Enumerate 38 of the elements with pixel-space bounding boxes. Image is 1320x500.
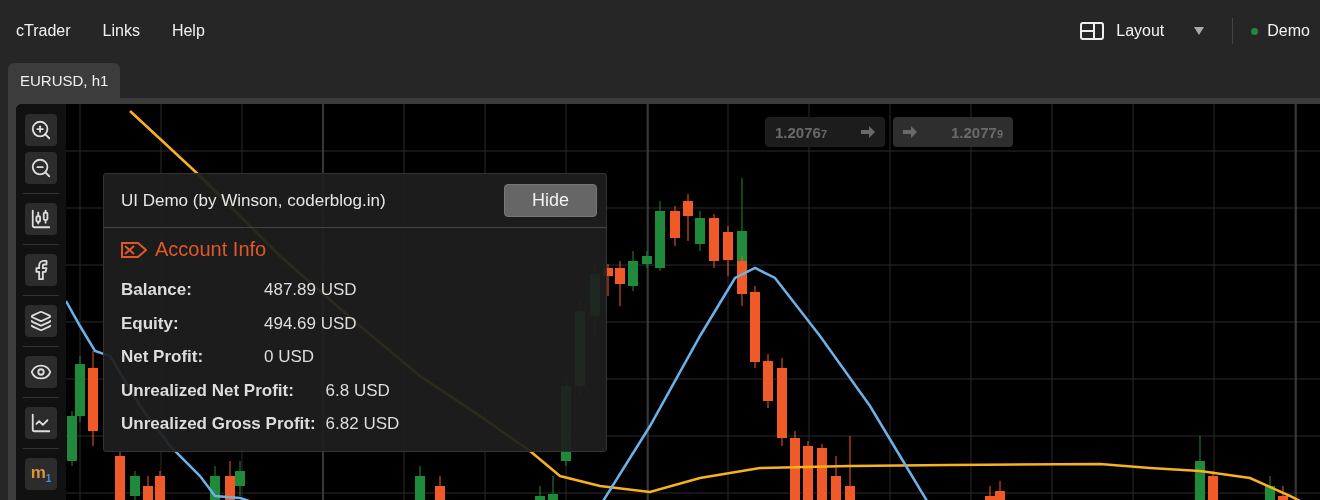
line-chart-icon: [30, 412, 52, 434]
facebook-button[interactable]: [25, 254, 57, 286]
menu-item[interactable]: Help: [171, 22, 205, 40]
hide-button[interactable]: Hide: [504, 184, 597, 217]
arrow-icon: [903, 126, 917, 138]
candlestick-icon: [30, 208, 52, 230]
menu-item[interactable]: cTrader: [16, 22, 71, 40]
field-label: Unrealized Gross Profit:: [121, 413, 316, 435]
caret-icon: [1194, 27, 1205, 35]
field-value: 6.82 USD: [325, 413, 400, 435]
zoom-out-button[interactable]: [25, 152, 57, 184]
field-value: 0 USD: [264, 346, 316, 368]
section-title: Account Info: [155, 238, 267, 261]
account-button[interactable]: Demo: [1251, 22, 1310, 40]
layers-icon: [30, 310, 52, 332]
field-label: Balance:: [121, 279, 193, 301]
layout-button[interactable]: Layout: [1074, 22, 1211, 40]
field-value: 487.89 USD: [264, 279, 357, 301]
field-label: Net Profit:: [121, 346, 205, 368]
layout-icon: [1080, 22, 1105, 40]
field-value: 6.8 USD: [325, 379, 391, 402]
field-label: Equity:: [121, 312, 180, 335]
arrow-icon: [861, 126, 875, 138]
panel-title: UI Demo (by Winson, coderblog.in): [121, 190, 386, 211]
chart-type-button[interactable]: [25, 203, 57, 235]
field-value: 494.69 USD: [264, 312, 357, 335]
status-dot: [1251, 27, 1259, 35]
chart-tab[interactable]: EURUSD, h1: [8, 63, 121, 98]
chart-settings-button[interactable]: [25, 407, 57, 439]
zoom-in-icon: [30, 119, 52, 141]
timeframe-button[interactable]: m$_{1}$: [25, 458, 57, 490]
zoom-in-button[interactable]: [25, 114, 57, 146]
zoom-out-icon: [30, 157, 52, 179]
tag-icon: [121, 241, 147, 258]
layers-button[interactable]: [25, 305, 57, 337]
field-label: Unrealized Net Profit:: [121, 379, 295, 402]
menu-item[interactable]: Links: [102, 22, 140, 40]
visibility-button[interactable]: [25, 356, 57, 388]
